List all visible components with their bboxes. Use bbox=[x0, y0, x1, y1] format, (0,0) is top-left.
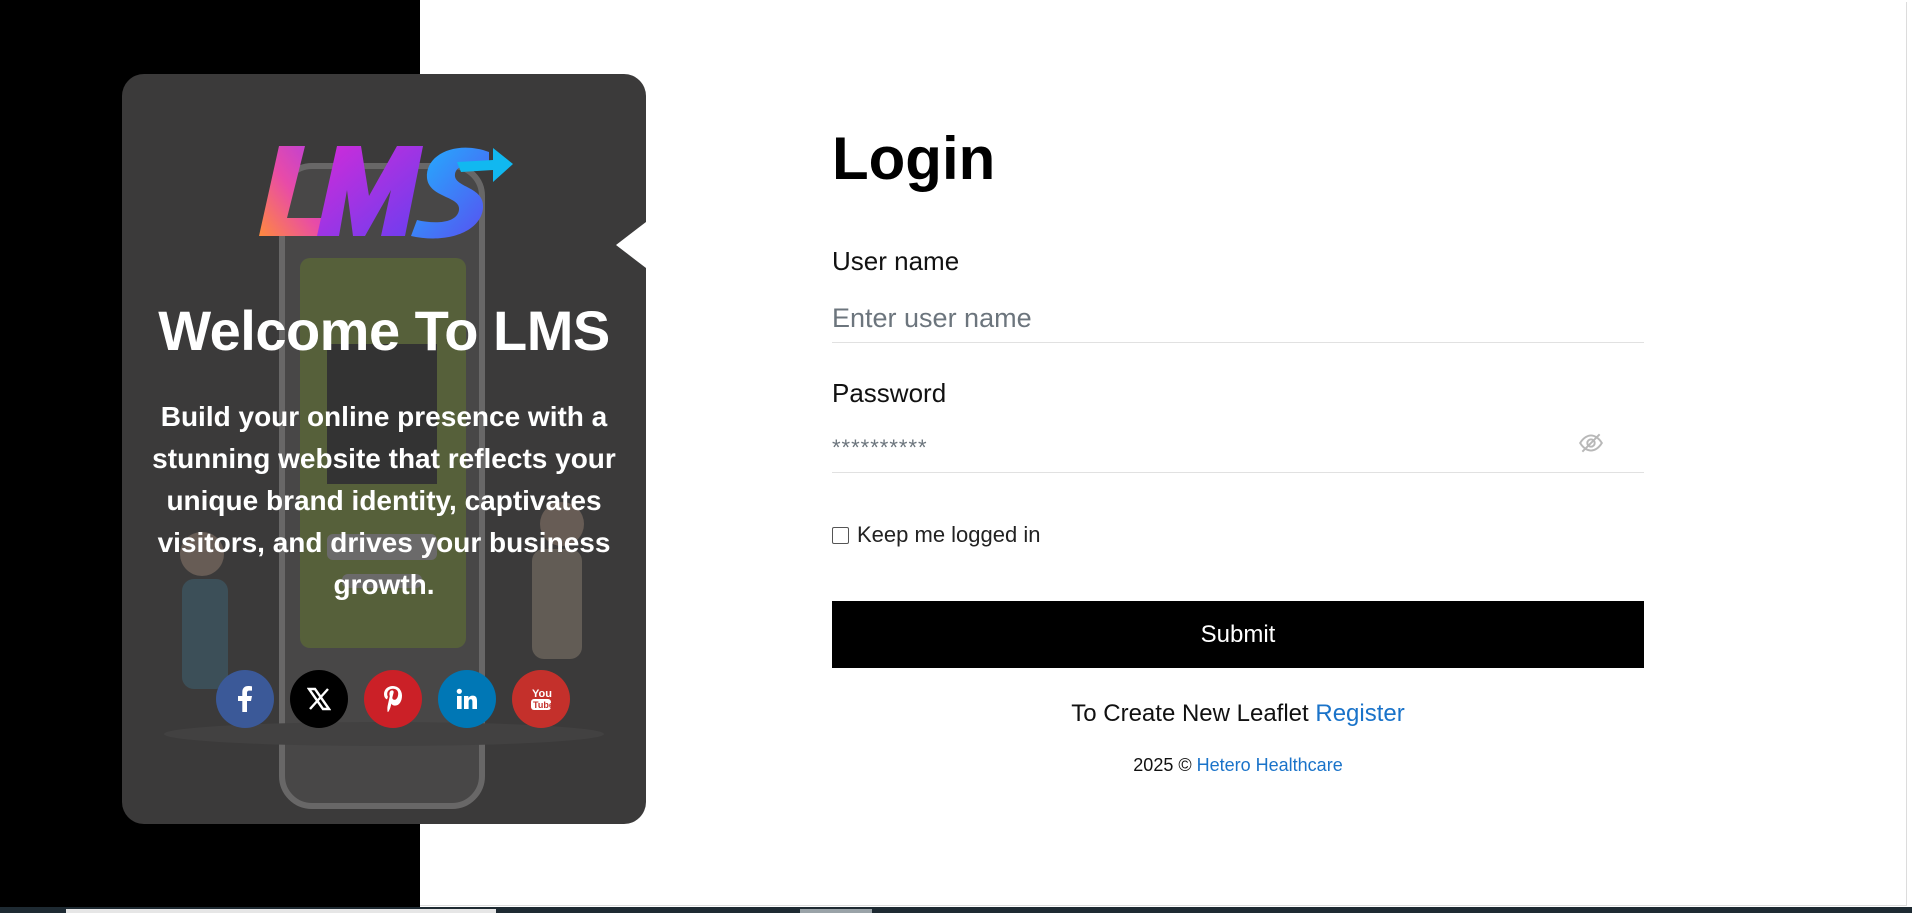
remember-checkbox[interactable] bbox=[832, 526, 849, 544]
svg-text:You: You bbox=[532, 688, 552, 700]
eye-slash-icon[interactable] bbox=[1578, 430, 1604, 456]
linkedin-icon[interactable] bbox=[438, 670, 496, 728]
username-input[interactable] bbox=[832, 294, 1644, 343]
login-form: Login User name Password Keep me logged … bbox=[832, 0, 1644, 900]
lms-logo bbox=[259, 146, 513, 239]
remember-me: Keep me logged in bbox=[832, 522, 1040, 548]
svg-text:Tube: Tube bbox=[533, 700, 552, 710]
page-title: Login bbox=[832, 125, 996, 192]
pinterest-icon[interactable] bbox=[364, 670, 422, 728]
company-link[interactable]: Hetero Healthcare bbox=[1197, 755, 1343, 775]
register-prompt: To Create New Leaflet Register bbox=[832, 700, 1644, 728]
card-notch bbox=[616, 222, 646, 268]
facebook-icon[interactable] bbox=[216, 670, 274, 728]
youtube-icon[interactable]: You Tube bbox=[512, 670, 570, 728]
welcome-card: Welcome To LMS Build your online presenc… bbox=[122, 74, 646, 824]
x-icon[interactable] bbox=[290, 670, 348, 728]
register-link[interactable]: Register bbox=[1315, 700, 1404, 727]
password-input[interactable] bbox=[832, 424, 1644, 473]
welcome-tagline: Build your online presence with a stunni… bbox=[152, 401, 616, 600]
password-label: Password bbox=[832, 378, 947, 408]
copyright-text: 2025 © bbox=[1133, 755, 1192, 775]
welcome-heading: Welcome To LMS bbox=[158, 299, 610, 362]
register-prompt-text: To Create New Leaflet bbox=[1071, 700, 1309, 727]
remember-label: Keep me logged in bbox=[857, 522, 1041, 547]
bottom-strip bbox=[0, 907, 1912, 913]
submit-button[interactable]: Submit bbox=[832, 601, 1644, 668]
footer: 2025 © Hetero Healthcare bbox=[832, 755, 1644, 776]
username-label: User name bbox=[832, 246, 960, 276]
